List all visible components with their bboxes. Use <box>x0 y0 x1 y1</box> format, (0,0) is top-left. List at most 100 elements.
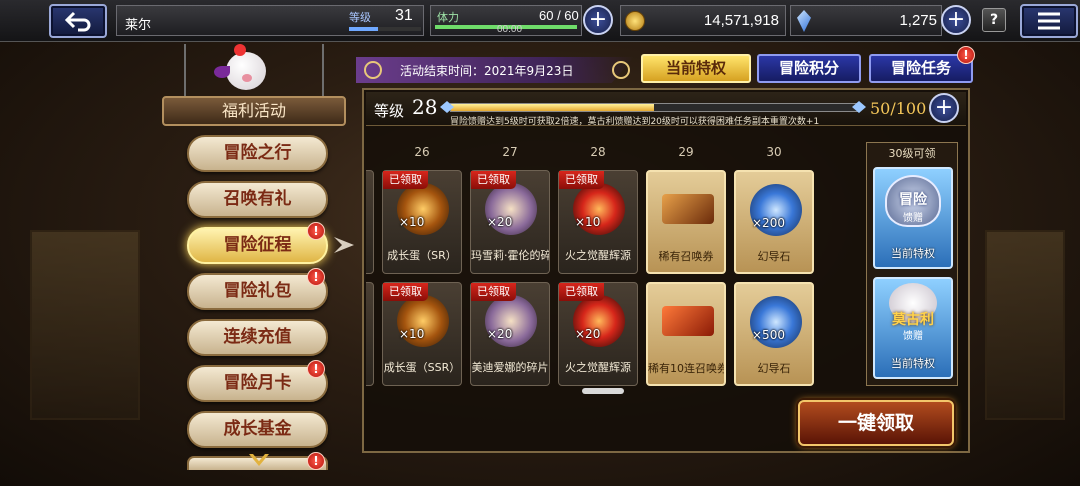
reward-cell[interactable]: ×10 成长蛋（SR） 已领取 <box>382 170 462 274</box>
sidebar-item-0[interactable]: 冒险之行 <box>187 135 328 172</box>
bonus-moogle-card[interactable]: 莫古利 馈赠 当前特权 <box>873 277 953 379</box>
sidebar-item-badge: ! <box>307 268 325 286</box>
reward-cell[interactable]: ×200 幻导石 <box>734 170 814 274</box>
reward-cell[interactable]: ×20 火之觉醒辉源 已领取 <box>558 282 638 386</box>
points-progress-bar <box>450 103 858 112</box>
reward-cell[interactable]: ×10 成长蛋（SSR） 已领取 <box>382 282 462 386</box>
reward-cell[interactable]: ×20 玛雪莉·霍伦的碎片 已领取 <box>470 170 550 274</box>
background-window-right <box>985 230 1065 420</box>
claimed-badge: 已领取 <box>559 283 604 301</box>
bonus-header-text: 30级可领 <box>888 147 936 160</box>
reward-quantity: ×20 <box>487 327 513 341</box>
tab-label: 冒险任务 <box>890 59 951 77</box>
sidebar-item-label: 冒险礼包 <box>223 281 292 301</box>
progress-level-label: 等级 <box>374 102 405 120</box>
stamina-value: 60 / 60 <box>539 8 579 23</box>
reward-quantity: ×200 <box>752 216 785 230</box>
bonus-moogle-subtitle: 馈赠 <box>903 331 923 342</box>
main-menu-button[interactable] <box>1020 4 1078 38</box>
event-end-banner: 活动结束时间：2021年9月23日 <box>356 57 634 83</box>
bonus-column: 30级可领 冒险 馈赠 当前特权 莫古利 馈赠 当前特权 <box>866 142 958 386</box>
sidebar-item-label: 冒险月卡 <box>223 373 292 393</box>
reward-cell[interactable]: ×20 美迪爱娜的碎片 已领取 <box>470 282 550 386</box>
sign-chain-left <box>184 44 186 96</box>
reward-name: 幻导石 <box>757 250 791 263</box>
reward-name: 幻导石 <box>757 362 791 375</box>
reward-cell[interactable]: ×500 幻导石 <box>734 282 814 386</box>
player-panel: 莱尔 等级 31 <box>116 5 424 36</box>
tab-label: 当前特权 <box>665 59 726 77</box>
sidebar-item-label: 连续充值 <box>223 327 292 347</box>
add-crystal-button[interactable]: + <box>941 5 971 35</box>
tab-1[interactable]: 冒险积分 <box>757 54 861 83</box>
sign-chain-right <box>322 44 324 96</box>
bonus-header: 30级可领 <box>867 145 957 161</box>
mascot-pompom <box>234 44 246 56</box>
mascot-wing <box>214 66 230 78</box>
sidebar-item-label: 召唤有礼 <box>223 189 292 209</box>
reward-quantity: ×10 <box>399 327 425 341</box>
gold-panel: 14,571,918 <box>620 5 786 36</box>
hamburger-icon <box>1038 12 1060 30</box>
reward-grid[interactable]: 0石×10成长蛋（SR）已领取×20玛雪莉·霍伦的碎片已领取×10火之觉醒辉源已… <box>366 142 866 386</box>
sidebar-item-badge: ! <box>307 222 325 240</box>
gold-amount: 14,571,918 <box>703 12 779 29</box>
level-value: 31 <box>395 7 413 24</box>
bonus-adventure-subtitle: 馈赠 <box>903 213 923 224</box>
reward-quantity: ×10 <box>575 215 601 229</box>
chevron-down-icon <box>249 454 269 466</box>
grid-scroll-indicator[interactable] <box>582 388 624 394</box>
add-stamina-button[interactable]: + <box>583 5 613 35</box>
summon-ticket-10-icon <box>662 306 714 336</box>
summon-ticket-icon <box>662 194 714 224</box>
sidebar-item-1[interactable]: 召唤有礼 <box>187 181 328 218</box>
reward-cell[interactable]: 0石 <box>366 282 374 386</box>
moogle-mascot <box>214 44 276 96</box>
reward-cell[interactable]: 稀有10连召唤券 <box>646 282 726 386</box>
event-end-time: 活动结束时间：2021年9月23日 <box>400 64 574 78</box>
reward-name: 稀有召唤券 <box>658 250 714 263</box>
tab-badge: ! <box>957 46 975 64</box>
banner-ornament-icon-right <box>612 61 630 79</box>
reward-name: 玛雪莉·霍伦的碎片 <box>471 249 549 262</box>
sidebar-item-badge: ! <box>307 360 325 378</box>
reward-name: 稀有10连召唤券 <box>648 362 724 375</box>
reward-name: 成长蛋（SR） <box>387 249 457 262</box>
reward-quantity: ×20 <box>575 327 601 341</box>
stamina-timer: 00:00 <box>497 24 523 35</box>
claimed-badge: 已领取 <box>471 283 516 301</box>
claim-all-button[interactable]: 一键领取 <box>798 400 954 446</box>
reward-name: 火之觉醒辉源 <box>565 249 631 262</box>
reward-name: 美迪爱娜的碎片 <box>471 361 549 374</box>
progress-points: 50/100 <box>870 99 927 118</box>
reward-cell[interactable]: 0石 <box>366 170 374 274</box>
sidebar-item-6[interactable]: 成长基金 <box>187 411 328 448</box>
bonus-adventure-card[interactable]: 冒险 馈赠 当前特权 <box>873 167 953 269</box>
claimed-badge: 已领取 <box>471 171 516 189</box>
help-button[interactable]: ? <box>982 8 1006 32</box>
bonus-adventure-name: 当前特权 <box>891 247 935 260</box>
tab-label: 冒险积分 <box>778 59 839 77</box>
crystal-amount: 1,275 <box>899 12 937 29</box>
sidebar-more-badge: ! <box>307 452 325 470</box>
reward-cell[interactable]: ×10 火之觉醒辉源 已领取 <box>558 170 638 274</box>
back-button[interactable] <box>49 4 107 38</box>
sidebar-title-sign: 福利活动 <box>162 96 346 126</box>
background-window-left <box>30 230 140 420</box>
reward-name: 成长蛋（SSR） <box>383 361 461 374</box>
reward-name: 石 <box>366 359 373 375</box>
reward-quantity: ×10 <box>399 215 425 229</box>
sidebar-item-4[interactable]: 连续充值 <box>187 319 328 356</box>
level-label: 等级 <box>349 12 371 24</box>
bonus-adventure-title: 冒险 <box>899 192 927 208</box>
question-icon: ? <box>989 12 999 28</box>
reward-quantity: ×500 <box>752 328 785 342</box>
reward-quantity: ×20 <box>487 215 513 229</box>
buy-level-button[interactable]: + <box>929 93 959 123</box>
sidebar-selection-arrow <box>334 237 354 253</box>
claimed-badge: 已领取 <box>383 283 428 301</box>
tab-0[interactable]: 当前特权 <box>641 54 751 83</box>
reward-cell[interactable]: 稀有召唤券 <box>646 170 726 274</box>
sidebar-item-label: 冒险之行 <box>223 143 292 163</box>
level-progress-fill <box>349 27 378 31</box>
